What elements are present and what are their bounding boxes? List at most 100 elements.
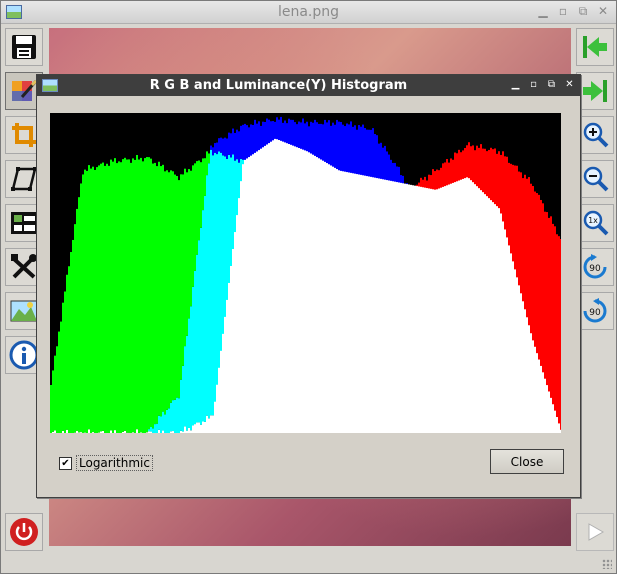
histogram-bin bbox=[122, 431, 124, 433]
histogram-bin bbox=[212, 155, 214, 416]
luminance-bin bbox=[382, 179, 384, 433]
zoom-in-button[interactable] bbox=[576, 116, 614, 154]
histogram-bin bbox=[96, 167, 98, 433]
rotate-left-button[interactable]: 90 bbox=[576, 248, 614, 286]
slideshow-button[interactable] bbox=[576, 513, 614, 551]
zoom-1x-button[interactable]: 1x bbox=[576, 204, 614, 242]
luminance-bin bbox=[502, 221, 504, 433]
histogram-bin bbox=[56, 346, 58, 433]
maximize-icon[interactable]: ▫ bbox=[556, 3, 570, 19]
histogram-bin bbox=[124, 157, 126, 431]
histogram-bin bbox=[108, 165, 110, 433]
luminance-bin bbox=[300, 148, 302, 433]
luminance-bin bbox=[426, 188, 428, 433]
save-button[interactable] bbox=[5, 28, 43, 66]
luminance-bin bbox=[550, 397, 552, 433]
logarithmic-checkbox[interactable]: ✔ Logarithmic bbox=[59, 455, 153, 471]
right-toolbar: 1x 90 90 bbox=[576, 28, 614, 336]
resize-grip-icon[interactable] bbox=[602, 559, 612, 569]
rotate-right-button[interactable]: 90 bbox=[576, 292, 614, 330]
logarithmic-checkbox-box[interactable]: ✔ bbox=[59, 456, 72, 470]
luminance-bin bbox=[500, 213, 502, 433]
dialog-maximize-icon[interactable]: ▫ bbox=[527, 77, 540, 93]
histogram-bin bbox=[554, 226, 556, 432]
luminance-bin bbox=[482, 192, 484, 433]
luminance-bin bbox=[308, 152, 310, 433]
luminance-bin bbox=[522, 301, 524, 433]
luminance-bin bbox=[490, 200, 492, 433]
luminance-bin bbox=[260, 148, 262, 433]
luminance-bin bbox=[410, 184, 412, 433]
histogram-bin bbox=[72, 239, 74, 433]
close-button[interactable]: Close bbox=[490, 449, 564, 474]
histogram-bin bbox=[52, 370, 54, 432]
histogram-bin bbox=[246, 125, 248, 163]
luminance-bin bbox=[360, 174, 362, 433]
luminance-bin bbox=[318, 158, 320, 433]
luminance-bin bbox=[230, 265, 232, 433]
histogram-bin bbox=[172, 431, 174, 433]
luminance-bin bbox=[280, 140, 282, 433]
luminance-bin bbox=[218, 367, 220, 433]
histogram-bin bbox=[214, 152, 216, 407]
luminance-bin bbox=[278, 140, 280, 433]
histogram-bin bbox=[180, 379, 182, 431]
luminance-bin bbox=[472, 182, 474, 433]
histogram-bin bbox=[158, 429, 160, 433]
histogram-bin bbox=[234, 132, 236, 161]
luminance-bin bbox=[422, 187, 424, 433]
luminance-bin bbox=[438, 188, 440, 433]
dialog-close-icon[interactable]: ✕ bbox=[563, 77, 576, 93]
luminance-bin bbox=[474, 184, 476, 433]
minimize-icon[interactable]: ▁ bbox=[536, 3, 550, 19]
histogram-bin bbox=[76, 208, 78, 431]
dialog-restore-icon[interactable]: ⧉ bbox=[545, 77, 558, 93]
histogram-bin bbox=[182, 431, 184, 433]
dialog-titlebar[interactable]: R G B and Luminance(Y) Histogram ▁ ▫ ⧉ ✕ bbox=[37, 75, 580, 96]
histogram-bin bbox=[198, 160, 200, 241]
histogram-dialog: R G B and Luminance(Y) Histogram ▁ ▫ ⧉ ✕… bbox=[36, 74, 581, 498]
zoom-out-button[interactable] bbox=[576, 160, 614, 198]
luminance-bin bbox=[374, 177, 376, 433]
luminance-bin bbox=[536, 353, 538, 433]
quit-button[interactable] bbox=[5, 513, 43, 551]
histogram-bin bbox=[200, 162, 202, 228]
luminance-bin bbox=[234, 232, 236, 433]
zoom-out-icon bbox=[583, 166, 609, 192]
next-image-button[interactable] bbox=[576, 72, 614, 110]
histogram-bin bbox=[116, 163, 118, 433]
histogram-bin bbox=[170, 170, 172, 403]
luminance-bin bbox=[428, 188, 430, 433]
histogram-bin bbox=[184, 168, 186, 347]
histogram-bin bbox=[550, 216, 552, 430]
histogram-bin bbox=[202, 421, 204, 433]
previous-image-button[interactable] bbox=[576, 28, 614, 66]
close-window-icon[interactable]: ✕ bbox=[596, 3, 610, 19]
histogram-bin bbox=[180, 174, 182, 380]
histogram-bin bbox=[160, 166, 162, 417]
histogram-bin bbox=[150, 431, 152, 433]
histogram-bin bbox=[134, 159, 136, 433]
logarithmic-label[interactable]: Logarithmic bbox=[76, 455, 153, 471]
luminance-bin bbox=[246, 158, 248, 433]
luminance-bin bbox=[450, 183, 452, 433]
histogram-bin bbox=[208, 418, 210, 433]
luminance-bin bbox=[388, 180, 390, 433]
luminance-bin bbox=[212, 418, 214, 433]
histogram-bin bbox=[220, 137, 222, 153]
luminance-bin bbox=[448, 184, 450, 433]
dialog-minimize-icon[interactable]: ▁ bbox=[509, 77, 522, 93]
restore-icon[interactable]: ⧉ bbox=[576, 3, 590, 19]
luminance-bin bbox=[560, 429, 561, 433]
histogram-bin bbox=[240, 125, 242, 159]
histogram-bin bbox=[188, 318, 190, 428]
luminance-bin bbox=[368, 176, 370, 433]
luminance-bin bbox=[444, 186, 446, 433]
histogram-bin bbox=[188, 169, 190, 319]
histogram-bin bbox=[182, 174, 184, 366]
histogram-bin bbox=[186, 430, 188, 433]
luminance-bin bbox=[340, 170, 342, 433]
histogram-bin bbox=[138, 159, 140, 433]
luminance-bin bbox=[532, 340, 534, 433]
histogram-bin bbox=[58, 331, 60, 433]
